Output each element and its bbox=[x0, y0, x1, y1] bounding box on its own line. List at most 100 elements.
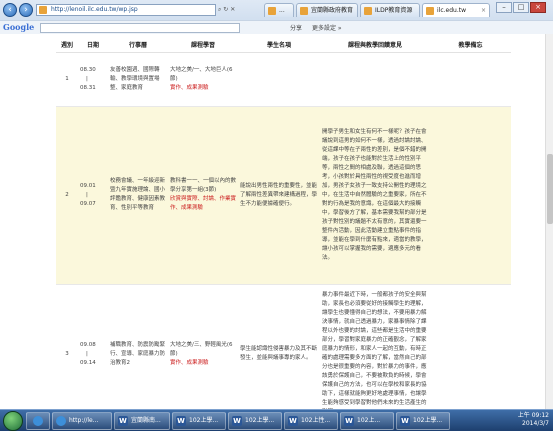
calendar-cell: 補職教育、防震防颱緊行、宣導、家庭暴力防治教育2 bbox=[108, 284, 168, 409]
student-cell bbox=[238, 52, 320, 107]
tab-label: 宜蘭縣政府教育 bbox=[311, 7, 354, 14]
feedback-cell: 開學子男生和女生有何不一樣呢？孩子在會議說到這男的如何不一樣，透過討論討論、從這… bbox=[320, 106, 430, 285]
google-search-input[interactable] bbox=[40, 23, 240, 33]
close-window-button[interactable]: × bbox=[530, 2, 546, 13]
calendar-cell: 校務會議、一年級迎新暨九年實施理論、國小評鑑教育、健康因素教育、性別平等教育 bbox=[108, 106, 168, 285]
calendar-cell: 友善校園週、國際轉輸、教學環境與置場整、家庭教育 bbox=[108, 52, 168, 107]
tab-favicon-icon bbox=[268, 7, 276, 15]
date-start: 08.30 bbox=[80, 66, 96, 73]
scrollbar-thumb[interactable] bbox=[547, 154, 553, 224]
date-end: 09.14 bbox=[80, 359, 96, 366]
student-cell: 學生能認識性侵害暴力及其不斷發生，並能與議事專的家人。 bbox=[238, 284, 320, 409]
word-icon: W bbox=[232, 416, 242, 426]
taskbar-item-doc-1[interactable]: W 宜蘭縣南... bbox=[114, 412, 170, 430]
search-icon[interactable]: ⌕ bbox=[218, 6, 221, 13]
memo-cell bbox=[430, 106, 511, 285]
header-student: 學生名項 bbox=[238, 38, 320, 53]
vertical-scrollbar[interactable] bbox=[545, 34, 553, 409]
date-end: 09.07 bbox=[80, 200, 96, 207]
student-cell: 能說出男性兩性的重要性，並能了解兩性差異帶來建構過程，學生不力能便據確便行。 bbox=[238, 106, 320, 285]
taskbar-label: http://le... bbox=[69, 417, 99, 424]
date-start: 09.08 bbox=[80, 341, 96, 348]
feedback-cell: 暴力事件最近下時，一般都孩子的安全與幫助，家長也必須要從好的接觸學生的理解，讓學… bbox=[320, 284, 430, 409]
address-bar[interactable]: http://lenoil.ilc.edu.tw/wp.jsp bbox=[36, 4, 216, 16]
date-separator: | bbox=[86, 191, 88, 198]
google-toolbar: Google 分享 更多設定 » bbox=[0, 20, 553, 34]
course-assessment-link[interactable]: 實作、成果測驗 bbox=[170, 85, 209, 91]
course-assessment-link[interactable]: 欣賞與實際、討論、作業實作、成果測驗 bbox=[170, 196, 236, 211]
taskbar-item-doc-5[interactable]: W 102上... bbox=[340, 412, 394, 430]
week-cell: 1 bbox=[56, 52, 78, 107]
taskbar-pinned-ie[interactable] bbox=[26, 412, 50, 430]
course-text: 大地之美/三、野輕風光(6節) bbox=[170, 341, 233, 357]
tab-label: ILDP教育資源 bbox=[375, 7, 413, 14]
google-logo: Google bbox=[3, 22, 35, 32]
minimize-button[interactable]: – bbox=[496, 2, 512, 13]
google-tools: 分享 更多設定 » bbox=[290, 23, 350, 32]
address-text: http://lenoil.ilc.edu.tw/wp.jsp bbox=[51, 6, 138, 13]
table-header-row: 週別 日期 行事曆 課程學習 學生名項 課程與教學回饋意見 教學備忘 bbox=[56, 38, 511, 53]
back-button[interactable]: ‹ bbox=[3, 3, 17, 17]
week-cell: 2 bbox=[56, 106, 78, 285]
forward-button[interactable]: › bbox=[19, 3, 33, 17]
taskbar-label: 102上學... bbox=[413, 417, 443, 424]
table-row: 1 08.30 | 08.31 友善校園週、國際轉輸、教學環境與置場整、家庭教育… bbox=[56, 52, 511, 107]
date-separator: | bbox=[86, 350, 88, 357]
word-icon: W bbox=[400, 416, 410, 426]
header-week: 週別 bbox=[56, 38, 78, 53]
date-start: 09.01 bbox=[80, 182, 96, 189]
course-cell: 大地之美/三、野輕風光(6節) 實作、成果測驗 bbox=[168, 284, 238, 409]
tab-label: ilc.edu.tw bbox=[437, 7, 467, 14]
stop-icon[interactable]: ✕ bbox=[230, 6, 235, 13]
close-tab-icon[interactable]: × bbox=[481, 4, 486, 17]
tab-3[interactable]: ilc.edu.tw × bbox=[422, 3, 490, 17]
date-separator: | bbox=[86, 75, 88, 82]
site-favicon-icon bbox=[39, 6, 47, 14]
refresh-icon[interactable]: ↻ bbox=[223, 6, 228, 13]
tab-1[interactable]: 宜蘭縣政府教育 bbox=[296, 3, 358, 17]
browser-chrome: ‹ › http://lenoil.ilc.edu.tw/wp.jsp ⌕ ↻ … bbox=[0, 0, 553, 34]
word-icon: W bbox=[118, 416, 128, 426]
share-link[interactable]: 分享 bbox=[290, 25, 302, 32]
system-tray-clock[interactable]: 上午 09:12 2014/3/7 bbox=[518, 412, 549, 428]
window-controls: – □ × bbox=[495, 2, 549, 14]
course-assessment-link[interactable]: 實作、成果測驗 bbox=[170, 360, 209, 366]
tab-favicon-icon bbox=[300, 7, 308, 15]
tab-label: ... bbox=[279, 7, 285, 14]
taskbar-label: 102上性... bbox=[301, 417, 331, 424]
date-end: 08.31 bbox=[80, 84, 96, 91]
table-row: 3 09.08 | 09.14 補職教育、防震防颱緊行、宣導、家庭暴力防治教育2… bbox=[56, 284, 511, 409]
tab-favicon-icon bbox=[426, 7, 434, 15]
week-cell: 3 bbox=[56, 284, 78, 409]
table-row: 2 09.01 | 09.07 校務會議、一年級迎新暨九年實施理論、國小評鑑教育… bbox=[56, 106, 511, 285]
word-icon: W bbox=[288, 416, 298, 426]
header-calendar: 行事曆 bbox=[108, 38, 168, 53]
taskbar-item-doc-6[interactable]: W 102上學... bbox=[396, 412, 450, 430]
tab-0[interactable]: ... bbox=[264, 3, 294, 17]
word-icon: W bbox=[344, 416, 354, 426]
date-cell: 09.01 | 09.07 bbox=[78, 106, 108, 285]
ie-icon bbox=[33, 416, 43, 426]
header-date: 日期 bbox=[78, 38, 108, 53]
course-text: 大地之美/一、大地巨人(6節) bbox=[170, 66, 233, 82]
feedback-cell bbox=[320, 52, 430, 107]
taskbar-item-doc-3[interactable]: W 102上學... bbox=[228, 412, 282, 430]
clock-date: 2014/3/7 bbox=[522, 420, 549, 427]
tab-2[interactable]: ILDP教育資源 bbox=[360, 3, 420, 17]
address-tools: ⌕ ↻ ✕ bbox=[218, 4, 262, 16]
course-cell: 大地之美/一、大地巨人(6節) 實作、成果測驗 bbox=[168, 52, 238, 107]
course-text: 教科書一一、一個以內的數學分享第一組(3節) bbox=[170, 178, 237, 193]
word-icon: W bbox=[176, 416, 186, 426]
taskbar: http://le... W 宜蘭縣南... W 102上學... W 102上… bbox=[0, 409, 553, 431]
header-course: 課程學習 bbox=[168, 38, 238, 53]
more-settings-link[interactable]: 更多設定 » bbox=[312, 25, 342, 32]
taskbar-label: 宜蘭縣南... bbox=[131, 417, 161, 424]
course-cell: 教科書一一、一個以內的數學分享第一組(3節) 欣賞與實際、討論、作業實作、成果測… bbox=[168, 106, 238, 285]
taskbar-item-browser[interactable]: http://le... bbox=[52, 412, 112, 430]
taskbar-item-doc-2[interactable]: W 102上學... bbox=[172, 412, 226, 430]
taskbar-item-doc-4[interactable]: W 102上性... bbox=[284, 412, 338, 430]
start-button[interactable] bbox=[3, 411, 23, 431]
ie-icon bbox=[56, 416, 66, 426]
navigation-row: ‹ › http://lenoil.ilc.edu.tw/wp.jsp ⌕ ↻ … bbox=[0, 0, 553, 20]
maximize-button[interactable]: □ bbox=[513, 2, 529, 13]
